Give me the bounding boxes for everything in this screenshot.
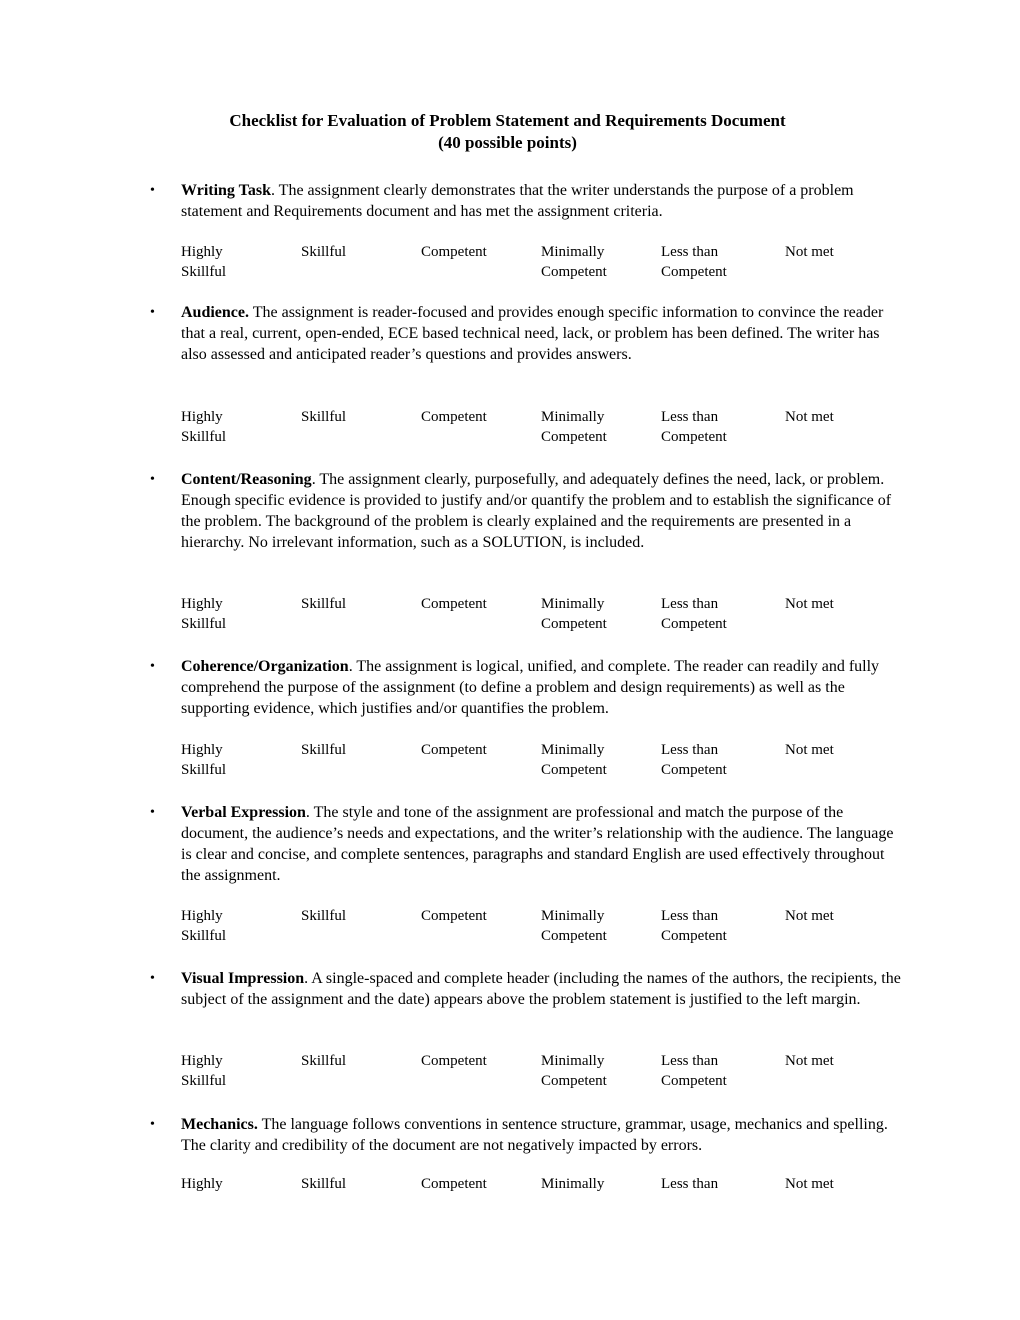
- bullet-icon: •: [150, 472, 155, 487]
- rating-skillful[interactable]: Skillful: [301, 1175, 346, 1195]
- rating-minimally-competent[interactable]: Minimally Competent: [541, 595, 607, 634]
- rating-highly-skillful[interactable]: Highly Skillful: [181, 907, 226, 946]
- criterion-heading: Audience.: [181, 304, 249, 321]
- bullet-icon: •: [150, 1117, 155, 1132]
- rating-competent[interactable]: Competent: [421, 1052, 487, 1072]
- bullet-icon: •: [150, 971, 155, 986]
- document-subtitle: (40 possible points): [438, 133, 577, 152]
- rating-not-met[interactable]: Not met: [785, 907, 834, 927]
- bullet-icon: •: [150, 305, 155, 320]
- criterion-heading: Visual Impression: [181, 970, 305, 987]
- rating-minimally-competent[interactable]: Minimally Competent: [541, 907, 607, 946]
- rating-competent[interactable]: Competent: [421, 741, 487, 761]
- rating-minimally-competent[interactable]: Minimally Competent: [541, 741, 607, 780]
- rating-competent[interactable]: Competent: [421, 595, 487, 615]
- rating-highly-skillful[interactable]: Highly Skillful: [181, 408, 226, 447]
- rating-skillful[interactable]: Skillful: [301, 907, 346, 927]
- rating-not-met[interactable]: Not met: [785, 408, 834, 428]
- criterion-description: Audience. The assignment is reader-focus…: [181, 304, 884, 363]
- criterion-description: Coherence/Organization. The assignment i…: [181, 658, 880, 717]
- rating-less-than-competent[interactable]: Less than Competent: [661, 741, 727, 780]
- rating-skillful[interactable]: Skillful: [301, 408, 346, 428]
- document-title: Checklist for Evaluation of Problem Stat…: [229, 111, 786, 130]
- criterion-heading: Mechanics.: [181, 1116, 258, 1133]
- criterion-description: Content/Reasoning. The assignment clearl…: [181, 471, 892, 551]
- rating-highly-skillful[interactable]: Highly Skillful: [181, 243, 226, 282]
- rating-highly-skillful[interactable]: Highly Skillful: [181, 1052, 226, 1091]
- criterion-heading: Coherence/Organization: [181, 658, 349, 675]
- rating-not-met[interactable]: Not met: [785, 1052, 834, 1072]
- rating-competent[interactable]: Competent: [421, 243, 487, 263]
- rating-highly-skillful[interactable]: Highly Skillful: [181, 595, 226, 634]
- rating-skillful[interactable]: Skillful: [301, 595, 346, 615]
- rating-minimally-competent[interactable]: Minimally: [541, 1175, 604, 1195]
- criterion-description: Writing Task. The assignment clearly dem…: [181, 182, 854, 220]
- rating-less-than-competent[interactable]: Less than Competent: [661, 907, 727, 946]
- criterion-description: Mechanics. The language follows conventi…: [181, 1116, 888, 1154]
- criterion-description: Visual Impression. A single-spaced and c…: [181, 970, 901, 1008]
- criterion-heading: Content/Reasoning: [181, 471, 312, 488]
- rating-not-met[interactable]: Not met: [785, 1175, 834, 1195]
- rating-competent[interactable]: Competent: [421, 408, 487, 428]
- rating-minimally-competent[interactable]: Minimally Competent: [541, 243, 607, 282]
- criterion-heading: Writing Task: [181, 182, 271, 199]
- rating-not-met[interactable]: Not met: [785, 595, 834, 615]
- rating-competent[interactable]: Competent: [421, 1175, 487, 1195]
- criterion-description: Verbal Expression. The style and tone of…: [181, 804, 894, 884]
- rating-highly-skillful[interactable]: Highly: [181, 1175, 223, 1195]
- rating-minimally-competent[interactable]: Minimally Competent: [541, 408, 607, 447]
- rating-less-than-competent[interactable]: Less than Competent: [661, 1052, 727, 1091]
- rating-less-than-competent[interactable]: Less than Competent: [661, 408, 727, 447]
- rating-not-met[interactable]: Not met: [785, 741, 834, 761]
- rating-skillful[interactable]: Skillful: [301, 243, 346, 263]
- rating-skillful[interactable]: Skillful: [301, 1052, 346, 1072]
- rating-less-than-competent[interactable]: Less than: [661, 1175, 718, 1195]
- rating-highly-skillful[interactable]: Highly Skillful: [181, 741, 226, 780]
- criterion-heading: Verbal Expression: [181, 804, 306, 821]
- rating-skillful[interactable]: Skillful: [301, 741, 346, 761]
- rating-less-than-competent[interactable]: Less than Competent: [661, 243, 727, 282]
- rating-less-than-competent[interactable]: Less than Competent: [661, 595, 727, 634]
- bullet-icon: •: [150, 805, 155, 820]
- rating-minimally-competent[interactable]: Minimally Competent: [541, 1052, 607, 1091]
- rating-not-met[interactable]: Not met: [785, 243, 834, 263]
- bullet-icon: •: [150, 659, 155, 674]
- rating-competent[interactable]: Competent: [421, 907, 487, 927]
- bullet-icon: •: [150, 183, 155, 198]
